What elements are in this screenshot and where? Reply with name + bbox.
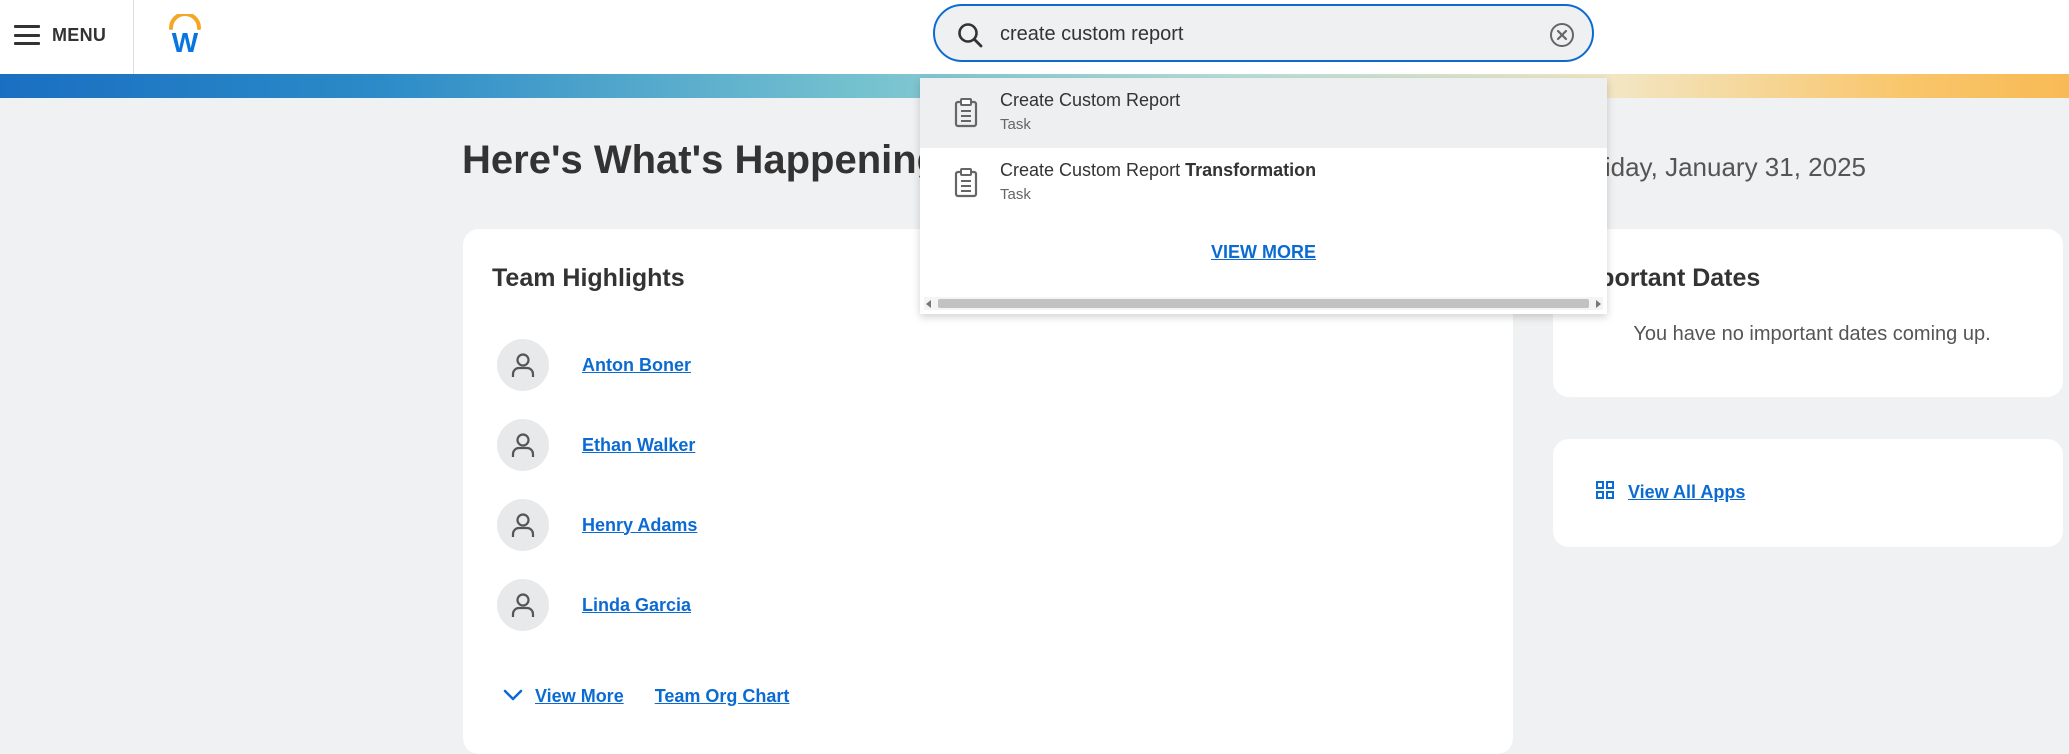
scroll-right-icon[interactable] xyxy=(1596,300,1601,308)
search-icon xyxy=(957,22,983,53)
menu-button[interactable]: MENU xyxy=(14,20,106,50)
team-member-item: Henry Adams xyxy=(497,499,697,551)
search-result-item[interactable]: Create Custom Report Transformation Task xyxy=(920,148,1607,218)
menu-label: MENU xyxy=(52,24,107,45)
search-result-type: Task xyxy=(1000,116,1031,133)
search-box xyxy=(933,4,1594,62)
horizontal-scrollbar[interactable] xyxy=(924,297,1603,310)
grid-icon xyxy=(1596,481,1614,504)
team-member-item: Ethan Walker xyxy=(497,419,695,471)
team-member-link[interactable]: Ethan Walker xyxy=(582,435,695,456)
person-icon[interactable] xyxy=(497,499,549,551)
logo-letter: W xyxy=(172,27,199,54)
person-icon[interactable] xyxy=(497,579,549,631)
page-title: Here's What's Happening xyxy=(462,138,942,182)
clipboard-icon xyxy=(954,168,978,203)
search-result-type: Task xyxy=(1000,186,1031,203)
search-result-title: Create Custom Report xyxy=(1000,90,1181,110)
team-member-link[interactable]: Linda Garcia xyxy=(582,595,691,616)
view-more-link[interactable]: View More xyxy=(535,686,624,707)
important-dates-empty-message: You have no important dates coming up. xyxy=(1633,323,1991,345)
important-dates-card: Important Dates You have no important da… xyxy=(1553,229,2063,397)
team-member-item: Anton Boner xyxy=(497,339,691,391)
team-highlights-title: Team Highlights xyxy=(492,264,685,292)
clipboard-icon xyxy=(954,98,978,133)
person-icon[interactable] xyxy=(497,339,549,391)
apps-card: View All Apps xyxy=(1553,439,2063,547)
team-member-link[interactable]: Henry Adams xyxy=(582,515,697,536)
chevron-down-icon[interactable] xyxy=(503,688,523,706)
search-result-title: Create Custom Report Transformation xyxy=(1000,160,1317,180)
view-all-apps-link[interactable]: View All Apps xyxy=(1628,482,1745,503)
view-all-apps-button[interactable]: View All Apps xyxy=(1596,481,1745,504)
workday-logo[interactable]: W xyxy=(163,12,207,58)
search-results-dropdown: Create Custom Report Task Create Custom … xyxy=(920,78,1607,314)
search-result-item[interactable]: Create Custom Report Task xyxy=(920,78,1607,148)
search-view-more-link[interactable]: VIEW MORE xyxy=(920,242,1607,263)
header-divider xyxy=(133,0,134,74)
team-footer: View More Team Org Chart xyxy=(503,686,789,707)
clear-search-icon[interactable] xyxy=(1549,22,1575,53)
scrollbar-thumb[interactable] xyxy=(938,299,1589,308)
search-input[interactable] xyxy=(1000,14,1520,54)
team-member-item: Linda Garcia xyxy=(497,579,691,631)
person-icon[interactable] xyxy=(497,419,549,471)
team-member-link[interactable]: Anton Boner xyxy=(582,355,691,376)
team-org-chart-link[interactable]: Team Org Chart xyxy=(655,686,790,707)
scroll-left-icon[interactable] xyxy=(926,300,931,308)
hamburger-icon xyxy=(14,25,40,45)
